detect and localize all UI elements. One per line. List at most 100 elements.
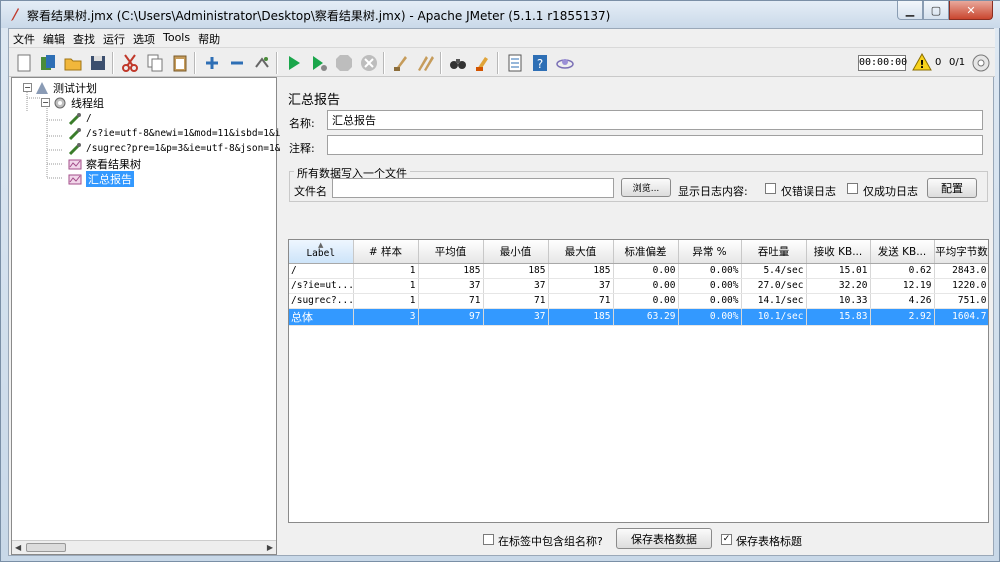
tree-node-listener-selected[interactable]: 汇总报告: [67, 170, 134, 187]
menu-run[interactable]: 运行: [99, 29, 129, 47]
stop-icon[interactable]: [332, 51, 355, 74]
scroll-right-icon[interactable]: ▶: [267, 543, 273, 552]
warning-icon[interactable]: !: [912, 53, 932, 71]
browse-button[interactable]: 浏览...: [621, 178, 671, 197]
gear-icon: [52, 95, 68, 110]
summary-table[interactable]: ▲ Label # 样本 平均值 最小值 最大值 标准偏差 异常 % 吞吐量 接…: [288, 239, 989, 523]
minimize-button[interactable]: ▁: [897, 1, 923, 20]
menu-options[interactable]: 选项: [129, 29, 159, 47]
test-plan-tree[interactable]: − 测试计划 − 线程组 / /s?ie=utf-8&newi=1&mod=11…: [11, 77, 286, 555]
tree-collapse-toggle[interactable]: −: [23, 83, 32, 92]
tree-node-sampler[interactable]: /: [67, 111, 92, 126]
clear-all-icon[interactable]: [414, 51, 437, 74]
close-button[interactable]: ✕: [949, 1, 993, 20]
menu-edit[interactable]: 编辑: [39, 29, 69, 47]
save-icon[interactable]: [86, 51, 109, 74]
save-table-data-button[interactable]: 保存表格数据: [616, 528, 712, 549]
column-header-average[interactable]: 平均值: [418, 240, 484, 264]
menu-help[interactable]: 帮助: [194, 29, 224, 47]
table-row[interactable]: / 1 185 185 185 0.00 0.00% 5.4/sec 15.01…: [289, 263, 988, 279]
log-content-label: 显示日志内容:: [678, 185, 748, 198]
column-header-sent-kb[interactable]: 发送 KB...: [870, 240, 935, 264]
cut-icon[interactable]: [118, 51, 141, 74]
comment-field[interactable]: [327, 135, 983, 155]
table-cell: 0.00%: [678, 293, 742, 309]
column-header-throughput[interactable]: 吞吐量: [741, 240, 807, 264]
test-plan-icon: [34, 80, 50, 95]
table-cell: 1220.0: [934, 278, 988, 294]
table-cell: 185: [548, 263, 614, 279]
save-table-header-checkbox[interactable]: ✓: [721, 534, 732, 545]
table-cell: 37: [483, 308, 549, 326]
tree-node-test-plan[interactable]: 测试计划: [34, 80, 97, 95]
filename-field[interactable]: [332, 178, 614, 198]
tree-node-thread-group[interactable]: 线程组: [52, 95, 104, 110]
table-cell: 63.29: [613, 308, 679, 326]
table-cell: 1604.7: [934, 308, 988, 326]
toolbar-separator: [440, 52, 442, 74]
table-cell: 10.33: [806, 293, 871, 309]
table-cell: /sugrec?...: [289, 293, 354, 309]
name-field[interactable]: 汇总报告: [327, 110, 983, 130]
column-header-std-dev[interactable]: 标准偏差: [613, 240, 679, 264]
table-cell: 37: [548, 278, 614, 294]
binoculars-icon[interactable]: [446, 51, 469, 74]
jmeter-feather-icon: [11, 8, 19, 21]
maximize-button[interactable]: ▢: [923, 1, 949, 20]
tree-label: /: [86, 113, 92, 124]
warning-count: 0: [935, 57, 942, 68]
expand-all-icon[interactable]: [200, 51, 223, 74]
remote-icon[interactable]: [553, 51, 576, 74]
new-icon[interactable]: [12, 51, 35, 74]
scroll-thumb[interactable]: [26, 543, 66, 552]
tree-node-sampler[interactable]: /sugrec?pre=1&p=3&ie=utf-8&json=1&p: [67, 141, 286, 156]
chart-icon: [67, 171, 83, 186]
table-cell: 0.00%: [678, 278, 742, 294]
table-row[interactable]: /s?ie=ut... 1 37 37 37 0.00 0.00% 27.0/s…: [289, 278, 988, 294]
shutdown-icon[interactable]: [357, 51, 380, 74]
help-icon[interactable]: ?: [528, 51, 551, 74]
table-cell: 185: [483, 263, 549, 279]
tree-node-listener[interactable]: 察看结果树: [67, 156, 141, 171]
menu-search[interactable]: 查找: [69, 29, 99, 47]
menu-file[interactable]: 文件: [9, 29, 39, 47]
scroll-left-icon[interactable]: ◀: [15, 543, 21, 552]
tree-horizontal-scrollbar[interactable]: ◀ ▶: [12, 540, 276, 554]
column-header-label[interactable]: ▲ Label: [289, 240, 354, 264]
table-row[interactable]: /sugrec?... 1 71 71 71 0.00 0.00% 14.1/s…: [289, 293, 988, 309]
templates-icon[interactable]: [36, 51, 59, 74]
table-cell: 15.01: [806, 263, 871, 279]
tree-collapse-toggle[interactable]: −: [41, 98, 50, 107]
table-cell: 15.83: [806, 308, 871, 326]
clear-icon[interactable]: [389, 51, 412, 74]
table-row-total[interactable]: 总体 3 97 37 185 63.29 0.00% 10.1/sec 15.8…: [289, 308, 988, 326]
copy-icon[interactable]: [143, 51, 166, 74]
svg-text:!: !: [919, 58, 924, 71]
paste-icon[interactable]: [168, 51, 191, 74]
success-only-checkbox[interactable]: [847, 183, 858, 194]
column-header-avg-bytes[interactable]: 平均字节数: [934, 240, 988, 264]
function-helper-icon[interactable]: [503, 51, 526, 74]
name-label: 名称:: [289, 117, 315, 130]
client-area: 文件 编辑 查找 运行 选项 Tools 帮助 ? 00:00:00 ! 0 0…: [8, 28, 995, 556]
menu-tools[interactable]: Tools: [159, 29, 194, 47]
column-header-max[interactable]: 最大值: [548, 240, 614, 264]
comment-label: 注释:: [289, 142, 315, 155]
table-cell: 37: [483, 278, 549, 294]
column-header-min[interactable]: 最小值: [483, 240, 549, 264]
table-cell: 1: [353, 278, 419, 294]
reset-search-icon[interactable]: [471, 51, 494, 74]
configure-button[interactable]: 配置: [927, 178, 977, 198]
column-header-error-pct[interactable]: 异常 %: [678, 240, 742, 264]
toggle-icon[interactable]: [250, 51, 273, 74]
tree-node-sampler[interactable]: /s?ie=utf-8&newi=1&mod=11&isbd=1&is: [67, 126, 286, 141]
open-icon[interactable]: [61, 51, 84, 74]
column-header-samples[interactable]: # 样本: [353, 240, 419, 264]
start-icon[interactable]: [282, 51, 305, 74]
errors-only-checkbox[interactable]: [765, 183, 776, 194]
collapse-all-icon[interactable]: [225, 51, 248, 74]
start-no-pauses-icon[interactable]: [307, 51, 330, 74]
include-group-name-checkbox[interactable]: [483, 534, 494, 545]
toolbar-separator: [194, 52, 196, 74]
column-header-received-kb[interactable]: 接收 KB...: [806, 240, 871, 264]
